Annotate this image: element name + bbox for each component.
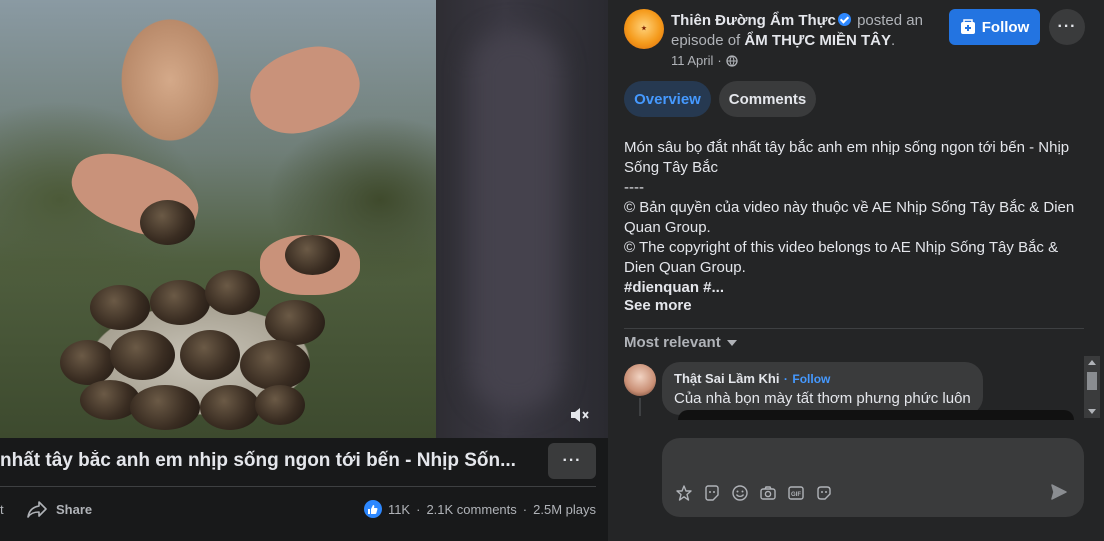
comment-thread-line: [639, 398, 641, 416]
mute-button[interactable]: [566, 402, 592, 428]
video-frame[interactable]: [0, 0, 436, 438]
period: .: [891, 32, 896, 49]
description-line: © The copyright of this video belongs to…: [624, 239, 1063, 276]
post-description: Món sâu bọ đắt nhất tây bắc anh em nhịp …: [624, 138, 1086, 298]
follow-button[interactable]: Follow: [949, 9, 1040, 45]
scroll-thumb[interactable]: [1087, 372, 1097, 390]
share-icon: [27, 501, 47, 518]
scroll-up-icon[interactable]: [1088, 360, 1096, 365]
comment-attachment[interactable]: [678, 410, 1074, 420]
tab-overview[interactable]: Overview: [624, 81, 711, 117]
verified-icon: [837, 13, 851, 26]
description-line: ----: [624, 179, 644, 196]
video-potato: [90, 285, 150, 330]
avatar-sticker-icon[interactable]: [674, 483, 694, 503]
video-potato: [60, 340, 115, 385]
scroll-down-icon[interactable]: [1088, 409, 1096, 414]
description-line: Món sâu bọ đắt nhất tây bắc anh em nhịp …: [624, 139, 1074, 176]
video-player[interactable]: [0, 0, 608, 438]
description-line: © Bản quyền của video này thuộc về AE Nh…: [624, 199, 1079, 236]
comment-input[interactable]: [674, 446, 1064, 470]
video-potato: [130, 385, 200, 430]
see-more-link[interactable]: See more: [624, 297, 692, 314]
share-label: Share: [56, 501, 93, 517]
action-label-cut[interactable]: t: [0, 502, 4, 517]
comment-composer: GIF: [662, 438, 1084, 517]
video-potato: [150, 280, 210, 325]
page-name[interactable]: Thiên Đường Ẩm Thực: [671, 12, 836, 29]
emoji-icon[interactable]: [730, 483, 750, 503]
hashtags[interactable]: #dienquan #...: [624, 278, 1086, 298]
tab-comments[interactable]: Comments: [719, 81, 816, 117]
page-avatar[interactable]: ★: [624, 9, 664, 49]
stat-separator: ·: [522, 501, 528, 517]
sort-label: Most relevant: [624, 334, 721, 351]
comment-dot: ·: [783, 372, 788, 386]
video-title: nhất tây bắc anh em nhịp sống ngon tới b…: [0, 450, 516, 471]
divider: [0, 486, 596, 487]
globe-icon: [726, 54, 738, 67]
post-header: Thiên Đường Ẩm Thực posted an episode of…: [671, 11, 941, 51]
show-name[interactable]: ẨM THỰC MIỀN TÂY: [744, 32, 891, 49]
video-potato: [265, 300, 325, 345]
send-icon[interactable]: [1050, 483, 1070, 503]
comments-scrollbar[interactable]: [1084, 356, 1100, 418]
video-potato: [140, 200, 195, 245]
post-more-button[interactable]: ···: [1049, 9, 1085, 45]
commenter-avatar[interactable]: [624, 364, 656, 396]
speaker-muted-icon: [571, 408, 589, 422]
comment-bubble: Thật Sai Lầm Khi · Follow Của nhà bọn mà…: [662, 362, 983, 415]
page-avatar-logo: ★: [641, 26, 647, 32]
commenter-name[interactable]: Thật Sai Lầm Khi: [674, 371, 779, 386]
sticker-face-icon[interactable]: [814, 483, 834, 503]
stat-separator: ·: [416, 501, 421, 517]
sticker-icon[interactable]: [702, 483, 722, 503]
play-count: 2.5M plays: [533, 501, 596, 517]
caret-down-icon: [726, 339, 737, 346]
follow-label: Follow: [981, 18, 1030, 36]
gif-icon[interactable]: GIF: [786, 483, 806, 503]
divider: [624, 328, 1084, 329]
video-more-button[interactable]: ···: [548, 443, 596, 479]
add-page-icon: [960, 19, 975, 34]
commenter-follow-link[interactable]: Follow: [792, 372, 830, 386]
post-date-text[interactable]: 11 April: [671, 53, 713, 68]
post-panel: ★ Thiên Đường Ẩm Thực posted an episode …: [608, 0, 1104, 541]
video-blur-blob: [470, 30, 560, 410]
comment-text: Của nhà bọn mày tất thơm phưng phức luôn: [674, 390, 971, 407]
composer-icons: GIF: [674, 483, 834, 503]
like-icon[interactable]: [363, 500, 382, 518]
video-potato: [180, 330, 240, 380]
comment-count[interactable]: 2.1K comments: [426, 502, 516, 517]
video-potato: [240, 340, 310, 390]
video-potato: [110, 330, 175, 380]
video-potato: [255, 385, 305, 425]
video-stats: 11K · 2.1K comments · 2.5M plays: [363, 500, 596, 518]
camera-icon[interactable]: [758, 483, 778, 503]
video-potato: [285, 235, 340, 275]
comment-sort-dropdown[interactable]: Most relevant: [624, 334, 737, 351]
svg-text:GIF: GIF: [791, 492, 801, 498]
share-button[interactable]: Share: [26, 498, 92, 520]
like-count[interactable]: 11K: [388, 502, 410, 517]
date-separator: ·: [717, 53, 722, 68]
video-area: nhất tây bắc anh em nhịp sống ngon tới b…: [0, 0, 608, 541]
video-potato: [205, 270, 260, 315]
post-date: 11 April ·: [671, 53, 738, 68]
video-hand: [239, 33, 371, 147]
video-potato: [200, 385, 260, 430]
